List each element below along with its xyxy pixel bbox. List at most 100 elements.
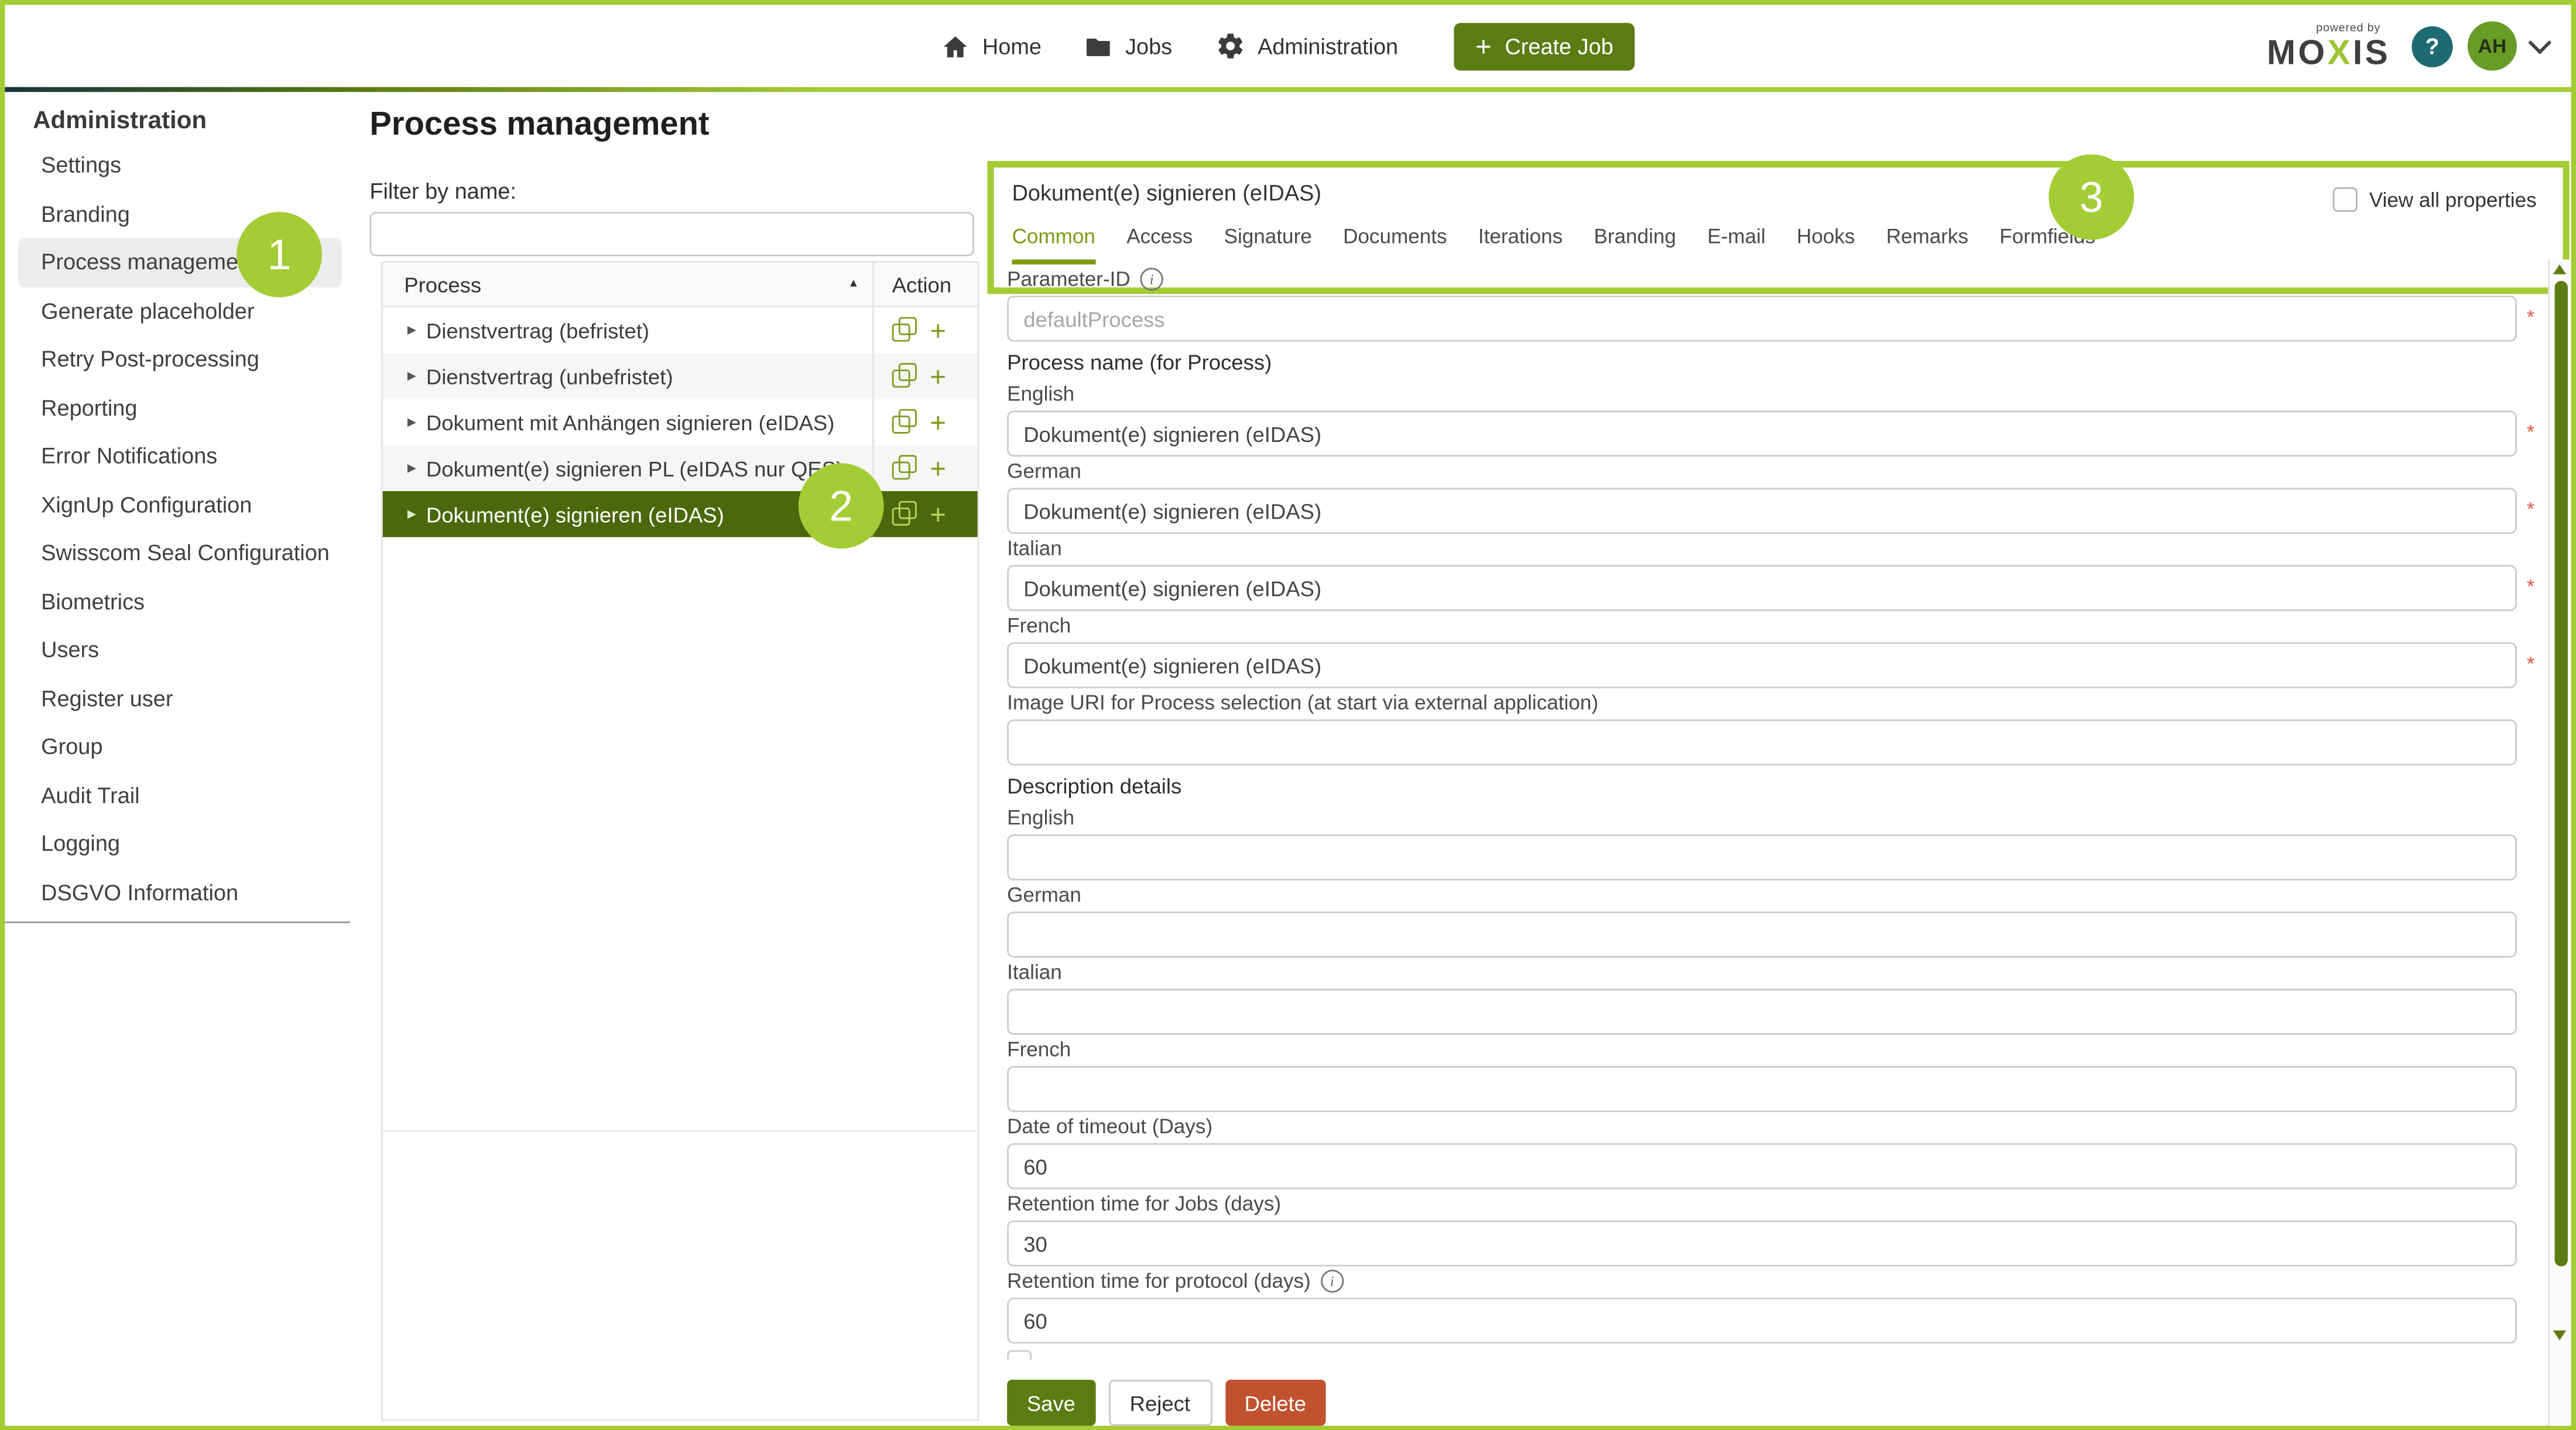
- sidebar-item-reporting[interactable]: Reporting: [5, 383, 350, 432]
- avatar[interactable]: AH: [2468, 21, 2517, 70]
- brand-gradient-divider: [5, 87, 2571, 91]
- row-actions: +: [872, 307, 978, 354]
- table-row[interactable]: ▶ Dienstvertrag (unbefristet) +: [383, 353, 978, 399]
- parameter-id-label: Parameter-ID i: [1007, 266, 2535, 291]
- process-name-german-input[interactable]: [1007, 488, 2517, 534]
- table-row[interactable]: ▶ Dokument mit Anhängen signieren (eIDAS…: [383, 399, 978, 445]
- table-row[interactable]: ▶ Dienstvertrag (befristet) +: [383, 307, 978, 354]
- vertical-scrollbar[interactable]: [2548, 259, 2571, 1425]
- add-process-icon[interactable]: +: [930, 500, 946, 528]
- table-row[interactable]: ▶ Dokument(e) signieren PL (eIDAS nur QE…: [383, 445, 978, 491]
- process-name-french-label: French: [1007, 613, 2535, 637]
- table-row-selected[interactable]: ▶ Dokument(e) signieren (eIDAS) +: [383, 491, 978, 537]
- add-process-icon[interactable]: +: [930, 316, 946, 344]
- retention-protocol-input[interactable]: [1007, 1298, 2517, 1344]
- tab-hooks[interactable]: Hooks: [1797, 225, 1855, 248]
- copy-process-icon[interactable]: [892, 324, 910, 342]
- process-name-english-label: English: [1007, 381, 2535, 406]
- description-english-input[interactable]: [1007, 835, 2517, 881]
- chevron-down-icon[interactable]: [2528, 31, 2551, 54]
- process-name-italian-input[interactable]: [1007, 565, 2517, 611]
- add-process-icon[interactable]: +: [930, 408, 946, 436]
- nav-administration[interactable]: Administration: [1215, 31, 1398, 61]
- sidebar-item-users[interactable]: Users: [5, 626, 350, 674]
- scroll-down-icon[interactable]: [2553, 1330, 2566, 1340]
- screenshot-frame: Home Jobs Administration + Create Job: [0, 0, 2576, 1430]
- row-expand-icon[interactable]: ▶: [407, 507, 416, 520]
- tab-common[interactable]: Common: [1012, 225, 1095, 248]
- required-asterisk: *: [2527, 498, 2534, 520]
- nav-home[interactable]: Home: [941, 32, 1042, 60]
- copy-process-icon[interactable]: [892, 416, 910, 434]
- sidebar-item-biometrics[interactable]: Biometrics: [5, 577, 350, 626]
- parameter-id-input[interactable]: [1007, 296, 2517, 342]
- help-button[interactable]: ?: [2411, 25, 2452, 66]
- required-asterisk: *: [2527, 420, 2534, 443]
- row-expand-icon[interactable]: ▶: [407, 369, 416, 382]
- moxis-logo: powered by MOXIS: [2267, 22, 2390, 70]
- row-expand-icon[interactable]: ▶: [407, 416, 416, 428]
- sidebar-item-xignup-configuration[interactable]: XignUp Configuration: [5, 481, 350, 529]
- process-name-english-input[interactable]: [1007, 411, 2517, 457]
- sidebar-item-logging[interactable]: Logging: [5, 819, 350, 868]
- sidebar-item-register-user[interactable]: Register user: [5, 674, 350, 723]
- home-icon: [941, 32, 970, 60]
- detail-tabs: Common Access Signature Documents Iterat…: [1012, 225, 2563, 248]
- table-header-row: Process ▲ Action: [383, 263, 978, 307]
- save-button[interactable]: Save: [1007, 1380, 1095, 1426]
- tab-access[interactable]: Access: [1126, 225, 1193, 248]
- view-all-checkbox[interactable]: [2333, 187, 2358, 212]
- app-window: Home Jobs Administration + Create Job: [0, 0, 2576, 1430]
- sidebar-item-settings[interactable]: Settings: [5, 141, 350, 190]
- sidebar-item-swisscom-seal-configuration[interactable]: Swisscom Seal Configuration: [5, 529, 350, 578]
- sidebar-item-group[interactable]: Group: [5, 723, 350, 771]
- add-process-icon[interactable]: +: [930, 362, 946, 390]
- process-name-heading: Process name (for Process): [1007, 350, 2535, 371]
- annotation-step-2: 2: [799, 463, 884, 548]
- copy-process-icon[interactable]: [892, 507, 910, 526]
- scroll-up-icon[interactable]: [2553, 265, 2566, 275]
- scrollbar-thumb[interactable]: [2554, 281, 2567, 1267]
- sort-ascending-icon[interactable]: ▲: [848, 279, 859, 290]
- copy-process-icon[interactable]: [892, 462, 910, 480]
- row-expand-icon[interactable]: ▶: [407, 324, 416, 337]
- view-all-properties-toggle[interactable]: View all properties: [2333, 187, 2537, 212]
- tab-signature[interactable]: Signature: [1224, 225, 1312, 248]
- sidebar-title: Administration: [33, 107, 350, 135]
- description-english-label: English: [1007, 805, 2535, 829]
- description-italian-input[interactable]: [1007, 989, 2517, 1035]
- process-name-french-input[interactable]: [1007, 642, 2517, 688]
- tab-branding[interactable]: Branding: [1594, 225, 1676, 248]
- create-job-label: Create Job: [1505, 34, 1613, 59]
- retention-jobs-input[interactable]: [1007, 1220, 2517, 1267]
- sidebar-item-dsgvo-information[interactable]: DSGVO Information: [5, 868, 350, 917]
- tab-remarks[interactable]: Remarks: [1886, 225, 1968, 248]
- tab-iterations[interactable]: Iterations: [1478, 225, 1563, 248]
- row-actions: +: [872, 399, 978, 445]
- filter-input[interactable]: [369, 212, 974, 256]
- delete-button[interactable]: Delete: [1225, 1380, 1326, 1426]
- process-name-german-label: German: [1007, 458, 2535, 483]
- row-expand-icon[interactable]: ▶: [407, 462, 416, 475]
- column-header-process[interactable]: Process ▲: [383, 272, 872, 296]
- info-icon[interactable]: i: [1140, 267, 1163, 290]
- tab-email[interactable]: E-mail: [1707, 225, 1765, 248]
- nav-jobs[interactable]: Jobs: [1084, 32, 1172, 60]
- description-german-input[interactable]: [1007, 911, 2517, 958]
- create-job-button[interactable]: + Create Job: [1454, 22, 1635, 70]
- sidebar-item-generate-placeholder[interactable]: Generate placeholder: [5, 287, 350, 335]
- column-header-action: Action: [872, 263, 978, 306]
- required-asterisk: *: [2527, 575, 2534, 598]
- info-icon[interactable]: i: [1321, 1269, 1344, 1292]
- add-process-icon[interactable]: +: [930, 454, 946, 482]
- tab-documents[interactable]: Documents: [1343, 225, 1447, 248]
- sidebar-item-retry-post-processing[interactable]: Retry Post-processing: [5, 335, 350, 383]
- image-uri-input[interactable]: [1007, 719, 2517, 766]
- reject-button[interactable]: Reject: [1108, 1380, 1211, 1426]
- copy-process-icon[interactable]: [892, 369, 910, 387]
- sidebar-item-audit-trail[interactable]: Audit Trail: [5, 771, 350, 819]
- description-french-input[interactable]: [1007, 1066, 2517, 1112]
- sidebar-item-error-notifications[interactable]: Error Notifications: [5, 432, 350, 481]
- timeout-input[interactable]: [1007, 1143, 2517, 1189]
- filter-label: Filter by name:: [369, 179, 981, 204]
